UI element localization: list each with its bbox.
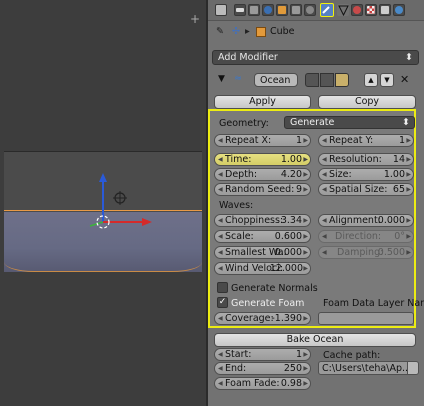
- physics-icon[interactable]: [393, 4, 405, 16]
- object-name: Cube: [270, 26, 295, 37]
- ocean-modifier-icon: ≈: [234, 73, 242, 84]
- folder-icon[interactable]: [407, 361, 419, 375]
- repeat-x-field[interactable]: ◀ Repeat X: 1 ▶: [214, 134, 311, 147]
- viewport-corner-plus-icon[interactable]: +: [190, 13, 200, 25]
- material-icon[interactable]: [351, 4, 363, 16]
- start-field[interactable]: ◀ Start: 1 ▶: [214, 348, 311, 361]
- depth-field[interactable]: ◀ Depth: 4.20 ▶: [214, 168, 311, 181]
- generate-foam-checkbox[interactable]: ✓: [217, 297, 228, 308]
- foam-fade-field[interactable]: ◀ Foam Fade: 0.98 ▶: [214, 377, 311, 390]
- cache-path-value: C:\Users\teha\Ap...: [322, 363, 408, 374]
- geometry-mode-dropdown[interactable]: Generate ⬍: [284, 116, 415, 129]
- resolution-field[interactable]: ◀ Resolution: 14 ▶: [318, 153, 414, 166]
- close-icon[interactable]: ✕: [400, 73, 409, 86]
- generate-normals-checkbox[interactable]: [217, 282, 228, 293]
- end-field[interactable]: ◀ End: 250 ▶: [214, 362, 311, 375]
- world-icon[interactable]: [262, 4, 274, 16]
- collapse-arrow-icon[interactable]: ▼: [218, 74, 225, 84]
- transform-gizmo[interactable]: [80, 170, 160, 240]
- pin-icon[interactable]: ✎: [216, 26, 224, 37]
- geometry-label: Geometry:: [219, 118, 269, 129]
- mesh-data-icon[interactable]: [337, 4, 349, 17]
- scale-field[interactable]: ◀ Scale: 0.600 ▶: [214, 230, 311, 243]
- bake-ocean-button[interactable]: Bake Ocean: [214, 333, 416, 347]
- random-seed-field[interactable]: ◀ Random Seed: 9 ▶: [214, 183, 311, 196]
- editor-type-icon[interactable]: [215, 4, 227, 16]
- direction-field: ◀ Direction: 0° ▶: [318, 230, 414, 243]
- size-field[interactable]: ◀ Size: 1.00 ▶: [318, 168, 414, 181]
- modifier-name: Ocean: [260, 75, 291, 86]
- geometry-mode-value: Generate: [290, 117, 335, 128]
- render-icon[interactable]: [234, 4, 246, 16]
- waves-label: Waves:: [219, 200, 254, 211]
- show-in-editmode-icon[interactable]: [305, 73, 319, 87]
- particles-icon[interactable]: [379, 4, 391, 16]
- apply-button[interactable]: Apply: [214, 95, 311, 109]
- spatial-size-field[interactable]: ◀ Spatial Size: 65 ▶: [318, 183, 414, 196]
- show-in-viewport-icon[interactable]: [320, 73, 334, 87]
- foam-layer-name-input[interactable]: [318, 312, 414, 325]
- time-field[interactable]: ◀ Time: 1.00 ▶: [214, 153, 311, 166]
- cube-icon: [256, 27, 266, 37]
- constraint-icon[interactable]: [290, 4, 302, 16]
- foam-layer-label: Foam Data Layer Name:: [323, 298, 424, 309]
- copy-button[interactable]: Copy: [318, 95, 416, 109]
- object-data-icon: ✣: [232, 26, 240, 37]
- breadcrumb-arrow-icon: ▸: [245, 26, 250, 37]
- add-modifier-label: Add Modifier: [218, 52, 278, 63]
- wind-velocity-field[interactable]: ◀ Wind Veloci: 12.000 ▶: [214, 262, 311, 275]
- dropdown-arrow-icon: ⬍: [402, 117, 410, 128]
- texture-icon[interactable]: [365, 4, 377, 16]
- data-icon[interactable]: [304, 4, 316, 16]
- smallest-wave-field[interactable]: ◀ Smallest Wa: 0.000 ▶: [214, 246, 311, 259]
- alignment-field[interactable]: ◀ Alignment: 0.000 ▶: [318, 214, 414, 227]
- ocean-mesh-bottom-edge: [4, 256, 202, 272]
- modifier-wrench-icon[interactable]: [320, 3, 334, 17]
- modifier-name-field[interactable]: Ocean: [254, 73, 298, 87]
- generate-normals-label: Generate Normals: [231, 283, 318, 294]
- add-modifier-dropdown[interactable]: Add Modifier ⬍: [212, 50, 419, 65]
- object-icon[interactable]: [276, 4, 288, 16]
- damping-field: ◀ Damping: 0.500 ▶: [318, 246, 414, 259]
- coverage-field[interactable]: ◀ Coverage: -1.390 ▶: [214, 312, 311, 325]
- move-down-icon[interactable]: ▼: [380, 73, 394, 87]
- generate-foam-label: Generate Foam: [231, 298, 305, 309]
- dropdown-arrow-icon: ⬍: [405, 52, 413, 63]
- choppiness-field[interactable]: ◀ Choppiness: 3.34 ▶: [214, 214, 311, 227]
- scene-icon[interactable]: [248, 4, 260, 16]
- properties-tabs: [208, 0, 424, 21]
- repeat-y-field[interactable]: ◀ Repeat Y: 1 ▶: [318, 134, 414, 147]
- cache-path-label: Cache path:: [323, 350, 381, 361]
- show-in-render-icon[interactable]: [335, 73, 349, 87]
- move-up-icon[interactable]: ▲: [364, 73, 378, 87]
- cache-path-input[interactable]: C:\Users\teha\Ap...: [318, 361, 408, 375]
